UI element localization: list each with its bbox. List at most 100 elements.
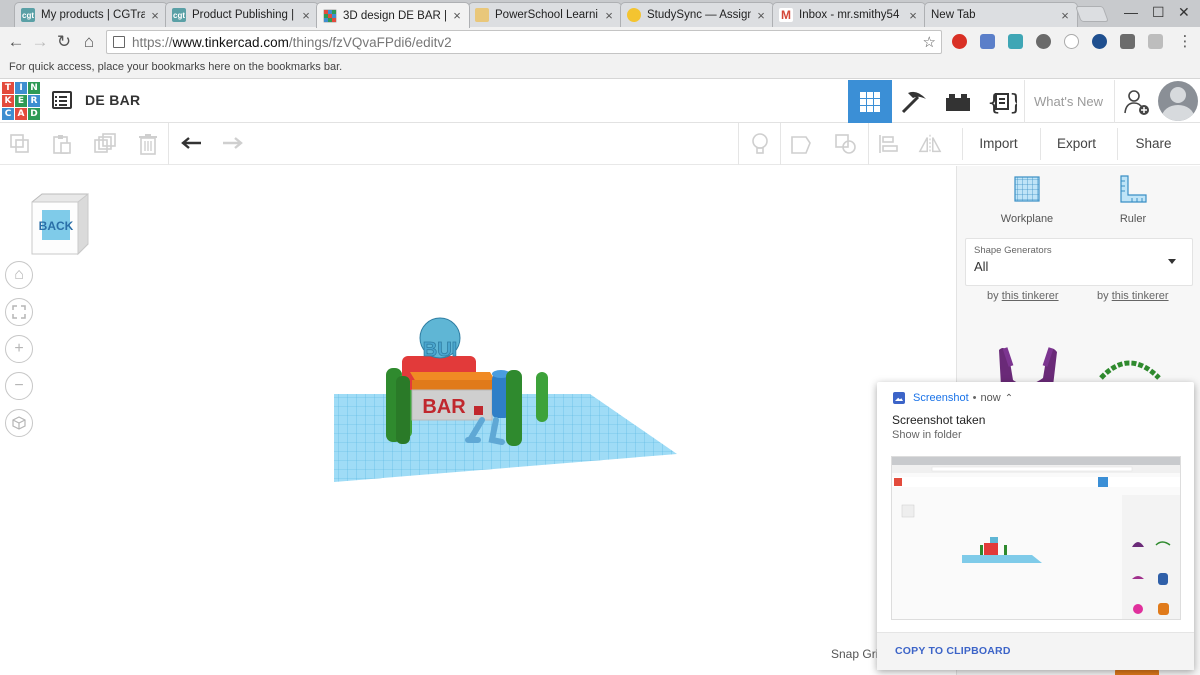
shape-thumbnail[interactable] [1095, 354, 1165, 384]
delete-icon[interactable] [136, 132, 160, 156]
gmail-icon: M [779, 8, 793, 22]
workspace-canvas[interactable]: BACK ⌂ + − BUI BAR Snap Grid [0, 166, 956, 675]
copy-icon[interactable] [8, 132, 32, 156]
ungroup-icon[interactable] [834, 132, 858, 156]
extension-icon[interactable] [1036, 34, 1051, 49]
whats-new-link[interactable]: What's New [1024, 80, 1112, 123]
view-cube-face-label: BACK [39, 219, 74, 233]
import-button[interactable]: Import [962, 128, 1034, 160]
edit-toolbar: Import Export Share [0, 123, 1200, 165]
screenshot-notification[interactable]: Screenshot • now ⌃ Screenshot taken Show… [877, 382, 1194, 670]
close-icon[interactable]: × [149, 8, 161, 23]
bricks-button[interactable] [936, 80, 980, 123]
tab-title: 3D design DE BAR | T [343, 9, 447, 22]
paste-icon[interactable] [50, 132, 74, 156]
close-icon[interactable]: × [451, 8, 463, 23]
tab-title: PowerSchool Learni [495, 9, 598, 21]
reload-icon[interactable]: ↻ [53, 31, 75, 53]
home-icon[interactable]: ⌂ [78, 31, 100, 53]
close-icon[interactable]: × [755, 8, 767, 23]
mirror-icon[interactable] [918, 132, 942, 156]
shape-generators-select[interactable]: Shape Generators All [965, 238, 1193, 286]
extension-icon[interactable] [1092, 34, 1107, 49]
new-tab-button[interactable] [1075, 6, 1109, 22]
duplicate-icon[interactable] [94, 132, 118, 156]
perspective-icon[interactable] [5, 409, 33, 437]
url-host: www.tinkercad.com [172, 34, 289, 50]
screenshot-thumbnail [892, 457, 1180, 619]
shape-generators-label: Shape Generators [974, 245, 1052, 256]
close-icon[interactable]: × [300, 8, 312, 23]
notification-title: Screenshot taken [892, 413, 986, 427]
extension-icon[interactable] [952, 34, 967, 49]
undo-icon[interactable] [180, 132, 204, 156]
toolbar-divider [738, 123, 739, 165]
blocks-button[interactable] [892, 80, 936, 123]
close-icon[interactable]: × [907, 8, 919, 23]
bookmark-star-icon[interactable]: ☆ [923, 33, 936, 51]
workplane-scene[interactable]: BUI BAR [320, 316, 690, 496]
design-list-icon[interactable] [52, 91, 72, 109]
export-button[interactable]: Export [1040, 128, 1112, 160]
minimize-icon[interactable]: — [1124, 4, 1138, 20]
ruler-tool[interactable]: Ruler [1093, 174, 1173, 225]
back-arrow-icon[interactable]: ← [5, 31, 27, 53]
codeblocks-button[interactable]: { } [980, 80, 1024, 123]
forward-arrow-icon[interactable]: → [29, 31, 51, 53]
maximize-icon[interactable]: ☐ [1152, 4, 1165, 21]
extension-icon[interactable] [1148, 34, 1163, 49]
extension-icon[interactable] [1064, 34, 1079, 49]
toolbar-divider [868, 123, 869, 165]
redo-icon[interactable] [220, 132, 244, 156]
tab-title: My products | CGTra [41, 9, 145, 21]
tab-title: Inbox - mr.smithy54 [799, 9, 900, 21]
zoom-in-icon[interactable]: + [5, 335, 33, 363]
close-window-icon[interactable]: ✕ [1178, 4, 1190, 21]
browser-tab-studysync[interactable]: StudySync — Assign × [620, 2, 774, 27]
design-title[interactable]: DE BAR [85, 92, 140, 108]
home-view-icon[interactable]: ⌂ [5, 261, 33, 289]
close-icon[interactable]: × [1059, 8, 1071, 23]
tab-title: Product Publishing | [192, 9, 295, 21]
screenshot-app-icon [893, 392, 905, 404]
fit-view-icon[interactable] [5, 298, 33, 326]
browser-tab-cgtrader-products[interactable]: cgt My products | CGTra × [14, 2, 168, 27]
chevron-down-icon [1168, 259, 1176, 264]
tinkercad-icon [323, 8, 337, 23]
byline-author-link[interactable]: this tinkerer [1112, 290, 1169, 302]
browser-tab-product-publishing[interactable]: cgt Product Publishing | × [165, 2, 319, 27]
cgtrader-icon: cgt [172, 8, 186, 22]
byline-author-link[interactable]: this tinkerer [1002, 290, 1059, 302]
close-icon[interactable]: × [603, 8, 615, 23]
browser-tab-powerschool[interactable]: PowerSchool Learni × [468, 2, 622, 27]
page-info-icon[interactable] [113, 36, 125, 48]
workplane-tool[interactable]: Workplane [987, 174, 1067, 225]
browser-tab-gmail[interactable]: M Inbox - mr.smithy54 × [772, 2, 926, 27]
browser-tab-tinkercad[interactable]: 3D design DE BAR | T × [316, 2, 470, 28]
extension-icon[interactable] [980, 34, 995, 49]
extension-icon[interactable] [1120, 34, 1135, 49]
share-button[interactable]: Share [1117, 128, 1189, 160]
browser-tab-new-tab[interactable]: New Tab × [924, 2, 1078, 27]
copy-to-clipboard-button[interactable]: COPY TO CLIPBOARD [895, 645, 1011, 657]
view-3d-button[interactable] [848, 80, 892, 123]
group-icon[interactable] [790, 132, 814, 156]
align-icon[interactable] [876, 132, 900, 156]
avatar[interactable] [1158, 81, 1198, 121]
add-user-button[interactable] [1114, 80, 1158, 123]
logo-letter: N [28, 82, 40, 94]
lightbulb-icon[interactable] [748, 132, 772, 156]
add-user-icon [1123, 89, 1149, 115]
extension-icon[interactable] [1008, 34, 1023, 49]
view-cube[interactable]: BACK [28, 192, 90, 258]
zoom-out-icon[interactable]: − [5, 372, 33, 400]
logo-letter: E [15, 95, 27, 107]
address-bar[interactable]: https://www.tinkercad.com/things/fzVQvaF… [106, 30, 942, 54]
chrome-menu-icon[interactable]: ⋮ [1174, 31, 1196, 53]
tinkercad-logo[interactable]: T I N K E R C A D [2, 82, 40, 120]
chevron-up-icon[interactable]: ⌃ [1005, 393, 1013, 404]
screenshot-preview[interactable] [891, 456, 1181, 620]
workplane-label: Workplane [1000, 213, 1054, 225]
show-in-folder-link[interactable]: Show in folder [892, 429, 962, 441]
powerschool-icon [475, 8, 489, 22]
